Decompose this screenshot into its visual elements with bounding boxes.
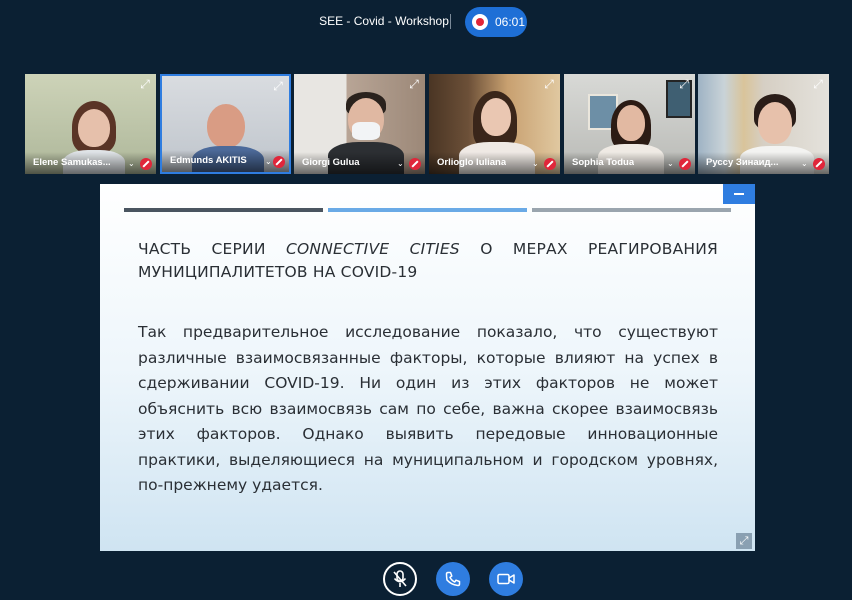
expand-icon[interactable]: ⤢	[811, 77, 825, 91]
expand-icon[interactable]: ⤢	[677, 77, 691, 91]
mic-muted-icon	[813, 158, 825, 170]
slide-heading-part1: ЧАСТЬ СЕРИИ	[138, 240, 286, 258]
shared-slide: ЧАСТЬ СЕРИИ CONNECTIVE CITIES О МЕРАХ РЕ…	[100, 184, 755, 551]
participant-face	[78, 109, 110, 147]
participant-tile[interactable]: ⤢ Руссу Зинаид... ⌄	[698, 74, 829, 174]
record-dot	[476, 18, 484, 26]
expand-icon[interactable]: ⤢	[138, 77, 152, 91]
slide-heading: ЧАСТЬ СЕРИИ CONNECTIVE CITIES О МЕРАХ РЕ…	[138, 238, 718, 284]
name-row: Edmunds AKITIS ⌄	[162, 150, 289, 172]
expand-icon[interactable]: ⤢	[271, 79, 285, 93]
minimize-button[interactable]	[723, 184, 755, 204]
chevron-down-icon[interactable]: ⌄	[265, 157, 272, 166]
participant-face	[481, 98, 511, 136]
mic-muted-icon	[273, 156, 285, 168]
name-row: Giorgi Gulua ⌄	[294, 152, 425, 174]
expand-icon[interactable]: ⤢	[407, 77, 421, 91]
slide-heading-italic: CONNECTIVE CITIES	[285, 240, 460, 258]
participant-name: Руссу Зинаид...	[706, 157, 779, 168]
participant-name: Giorgi Gulua	[302, 157, 360, 168]
name-row: Elene Samukas... ⌄	[25, 152, 156, 174]
mic-muted-icon	[140, 158, 152, 170]
mic-muted-icon	[544, 158, 556, 170]
participant-tile-active[interactable]: ⤢ Edmunds AKITIS ⌄	[160, 74, 291, 174]
participant-face	[758, 102, 792, 144]
mic-off-icon	[393, 570, 407, 587]
meeting-title: SEE - Covid - Workshop	[319, 14, 449, 28]
name-row: Sophia Todua ⌄	[564, 152, 695, 174]
hang-up-button[interactable]	[436, 562, 470, 596]
chevron-down-icon[interactable]: ⌄	[667, 159, 674, 168]
participant-strip: ⤢ Elene Samukas... ⌄ ⤢ Edmunds AKITIS ⌄ …	[25, 74, 831, 174]
video-camera-icon	[497, 573, 515, 585]
participant-name: Sophia Todua	[572, 157, 635, 168]
top-bar-divider	[450, 14, 451, 29]
recording-indicator[interactable]: 06:01	[465, 7, 527, 37]
face-mask	[352, 122, 380, 140]
fullscreen-icon[interactable]: ⤢	[736, 533, 752, 549]
top-bar: SEE - Covid - Workshop 06:01	[0, 0, 852, 44]
participant-face	[617, 105, 645, 141]
participant-face	[207, 104, 245, 148]
slide-decor-bar	[124, 208, 323, 212]
participant-tile[interactable]: ⤢ Orlioglo Iuliana ⌄	[429, 74, 560, 174]
chevron-down-icon[interactable]: ⌄	[397, 159, 404, 168]
slide-decor-bar	[532, 208, 731, 212]
name-row: Руссу Зинаид... ⌄	[698, 152, 829, 174]
camera-toggle-button[interactable]	[489, 562, 523, 596]
participant-name: Orlioglo Iuliana	[437, 157, 507, 168]
name-row: Orlioglo Iuliana ⌄	[429, 152, 560, 174]
participant-tile[interactable]: ⤢ Sophia Todua ⌄	[564, 74, 695, 174]
participant-name: Elene Samukas...	[33, 157, 111, 168]
chevron-down-icon[interactable]: ⌄	[532, 159, 539, 168]
mic-muted-icon	[679, 158, 691, 170]
chevron-down-icon[interactable]: ⌄	[801, 159, 808, 168]
slide-body-text: Так предварительное исследование показал…	[138, 323, 718, 494]
participant-tile[interactable]: ⤢ Giorgi Gulua ⌄	[294, 74, 425, 174]
mic-muted-icon	[409, 158, 421, 170]
recording-time: 06:01	[495, 15, 526, 29]
chevron-down-icon[interactable]: ⌄	[128, 159, 135, 168]
mic-toggle-button[interactable]	[383, 562, 417, 596]
participant-name: Edmunds AKITIS	[170, 155, 247, 166]
expand-icon[interactable]: ⤢	[542, 77, 556, 91]
participant-tile[interactable]: ⤢ Elene Samukas... ⌄	[25, 74, 156, 174]
slide-decor-bar	[328, 208, 527, 212]
record-icon	[472, 14, 488, 30]
phone-icon	[445, 571, 461, 587]
